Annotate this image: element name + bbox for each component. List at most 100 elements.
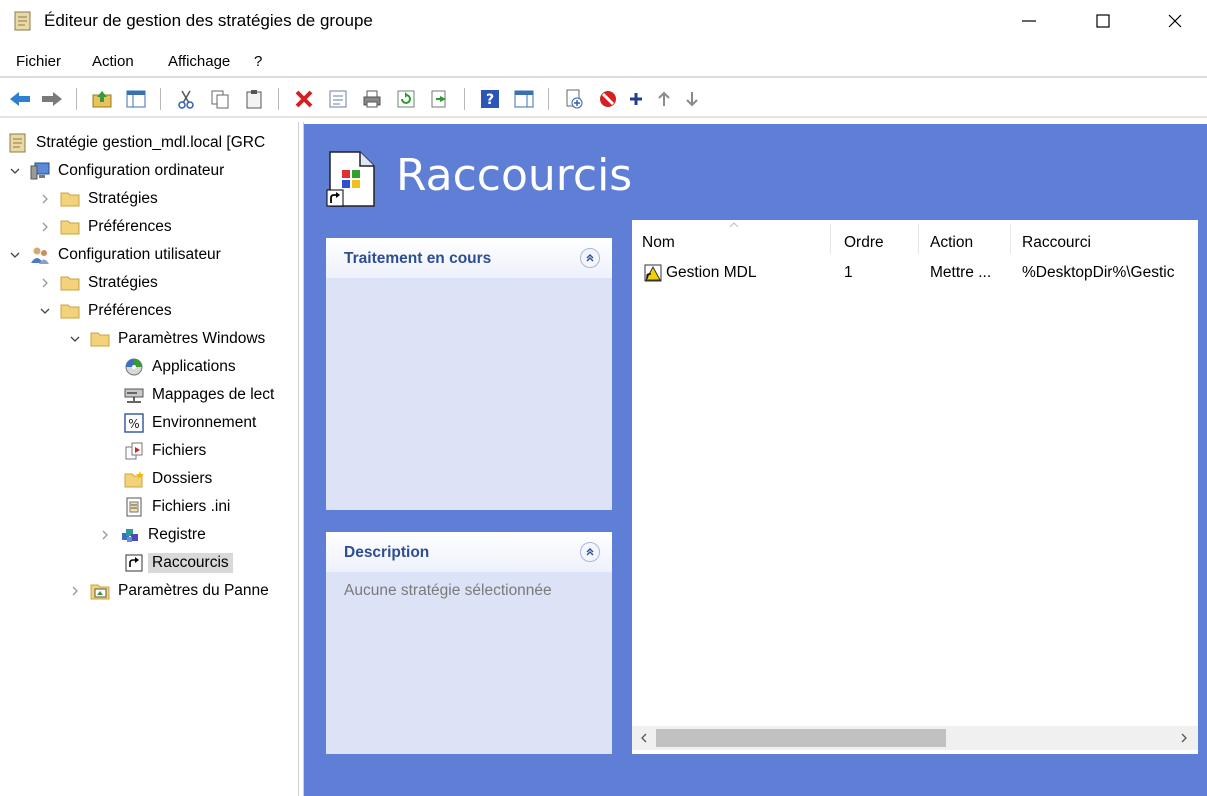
folder-icon [60,273,80,293]
minimize-button[interactable] [1006,4,1052,38]
chevron-right-icon[interactable] [38,192,52,206]
folder-icon [60,217,80,237]
properties-button[interactable] [326,88,350,110]
description-collapse-button[interactable] [580,542,600,562]
column-header-shortcut[interactable]: Raccourci [1022,234,1091,252]
files-icon [124,441,144,461]
processing-panel-header: Traitement en cours [326,238,612,278]
tree-item-shortcuts[interactable]: Raccourcis [124,550,233,576]
control-panel-icon [90,581,110,601]
tree-item-folders[interactable]: Dossiers [124,466,212,492]
forward-button[interactable] [40,88,64,110]
row-shortcut-target: %DesktopDir%\Gestic [1022,264,1175,281]
details-pane: Raccourcis Traitement en cours Descripti… [304,124,1207,796]
chevron-right-icon[interactable] [98,528,112,542]
folders-icon [124,469,144,489]
forward-arrow-icon [42,92,62,106]
chevron-down-icon[interactable] [8,164,22,178]
processing-panel: Traitement en cours [326,238,612,510]
tree-item-windows-settings[interactable]: Paramètres Windows [68,326,265,352]
scroll-right-button[interactable] [1176,730,1192,746]
chevron-right-icon[interactable] [38,220,52,234]
chevron-double-up-icon [586,548,594,556]
chevron-right-icon[interactable] [38,276,52,290]
tree-item-user-config[interactable]: Configuration utilisateur [8,242,221,268]
table-row[interactable]: Gestion MDL 1 Mettre ... %DesktopDir%\Ge… [632,262,1198,286]
delete-button[interactable] [292,88,316,110]
copy-button[interactable] [208,88,232,110]
chevron-right-icon[interactable] [68,584,82,598]
tree-item-ini-files[interactable]: Fichiers .ini [124,494,230,520]
export-button[interactable] [428,88,452,110]
refresh-button[interactable] [394,88,418,110]
column-header-action[interactable]: Action [930,234,973,252]
folder-icon [60,301,80,321]
chevron-double-up-icon [586,254,594,262]
scroll-left-button[interactable] [636,730,652,746]
tree-item-environment[interactable]: % Environnement [124,410,256,436]
back-button[interactable] [8,88,32,110]
refresh-icon [397,90,415,108]
chevron-down-icon[interactable] [38,304,52,318]
row-action: Mettre ... [930,264,992,281]
toolbar: ? [0,80,1207,118]
tree-item-drive-maps[interactable]: Mappages de lect [124,382,274,408]
processing-collapse-button[interactable] [580,248,600,268]
tree-item-user-strategies[interactable]: Stratégies [38,270,158,296]
properties-icon [329,90,347,108]
minimize-icon [1022,20,1036,22]
horizontal-scrollbar[interactable] [632,726,1198,750]
policy-icon [8,133,28,153]
move-up-button[interactable] [652,88,676,110]
action-pane-button[interactable] [512,88,536,110]
sort-indicator-icon [729,222,739,228]
shortcut-icon [124,553,144,573]
registry-icon [120,525,140,545]
chevron-right-icon [1181,733,1187,743]
print-button[interactable] [360,88,384,110]
help-button[interactable]: ? [478,88,502,110]
tree-item-files[interactable]: Fichiers [124,438,206,464]
move-up-icon [658,91,670,106]
action-pane-icon [514,90,534,108]
column-header-order[interactable]: Ordre [844,234,884,252]
close-icon [1168,14,1182,28]
new-item-button[interactable] [562,88,586,110]
description-panel: Description Aucune stratégie sélectionné… [326,532,612,754]
description-text: Aucune stratégie sélectionnée [344,582,552,599]
menu-affichage[interactable]: Affichage [168,53,230,70]
tree-item-user-preferences[interactable]: Préférences [38,298,172,324]
tree-item-applications[interactable]: Applications [124,354,236,380]
tree-item-registry[interactable]: Registre [98,522,206,548]
up-folder-button[interactable] [90,88,114,110]
tree-item-control-panel[interactable]: Paramètres du Panne [68,578,269,604]
move-down-button[interactable] [680,88,704,110]
move-down-icon [686,92,698,107]
paste-button[interactable] [242,88,266,110]
tree-item-gpo-root[interactable]: Stratégie gestion_mdl.local [GRC [8,130,265,156]
tree-item-computer-strategies[interactable]: Stratégies [38,186,158,212]
show-hide-tree-button[interactable] [124,88,148,110]
folder-icon [60,189,80,209]
menu-action[interactable]: Action [92,53,134,70]
menu-help[interactable]: ? [254,53,262,70]
maximize-icon [1096,14,1110,28]
maximize-button[interactable] [1080,4,1126,38]
column-header-name[interactable]: Nom [642,234,675,252]
cut-button[interactable] [174,88,198,110]
tree-item-computer-config[interactable]: Configuration ordinateur [8,158,224,184]
disable-icon [600,91,616,107]
chevron-down-icon[interactable] [8,248,22,262]
tree-item-computer-preferences[interactable]: Préférences [38,214,172,240]
pane-header-title: Raccourcis [396,150,633,201]
close-button[interactable] [1152,4,1198,38]
menu-fichier[interactable]: Fichier [16,53,61,70]
navigation-tree: Stratégie gestion_mdl.local [GRC Configu… [0,122,298,796]
scrollbar-thumb[interactable] [656,729,946,747]
chevron-down-icon[interactable] [68,332,82,346]
shortcut-item-icon [644,264,662,287]
disable-button[interactable] [596,88,620,110]
window-title: Éditeur de gestion des stratégies de gro… [44,11,373,30]
add-button[interactable] [624,88,648,110]
ini-file-icon [124,497,144,517]
